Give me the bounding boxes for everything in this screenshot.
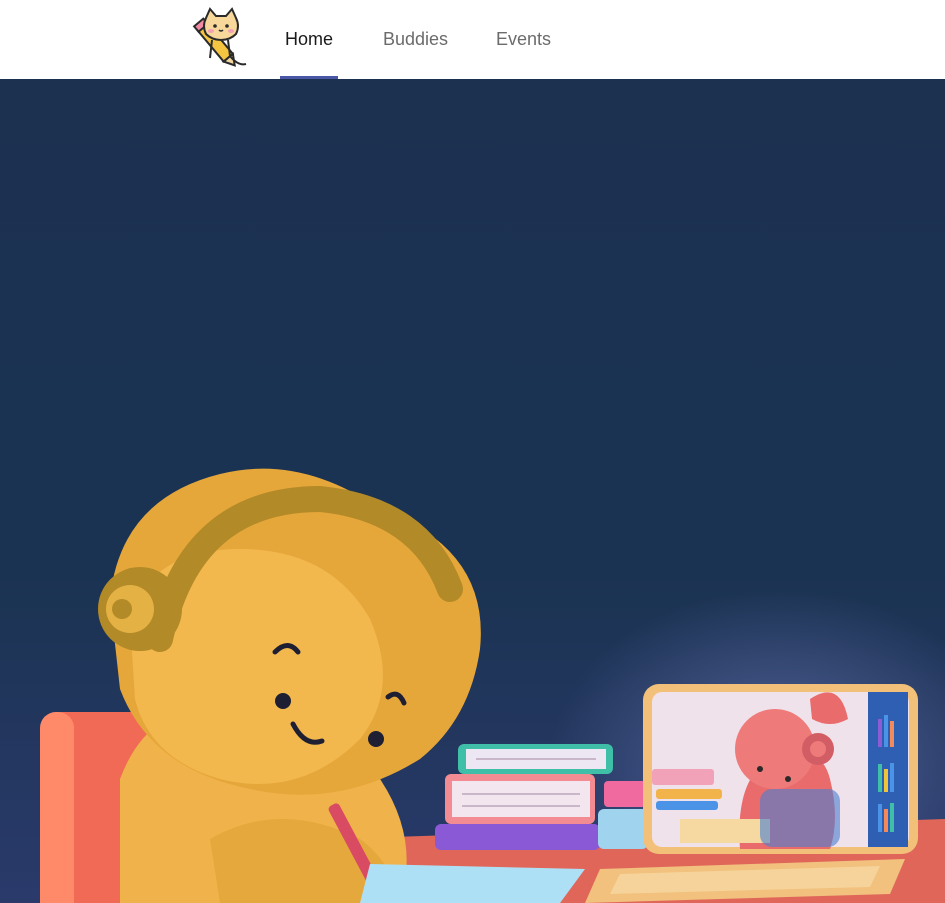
cat-pencil-logo-icon[interactable]	[186, 6, 252, 72]
hero-banner	[0, 79, 945, 903]
tab-home[interactable]: Home	[280, 0, 338, 79]
top-nav: Home Buddies Events	[0, 0, 945, 79]
tab-buddies-label: Buddies	[383, 29, 449, 49]
studying-child-illustration	[40, 468, 945, 903]
tab-home-label: Home	[284, 29, 333, 49]
tab-events[interactable]: Events	[496, 0, 551, 79]
tab-buddies[interactable]: Buddies	[383, 0, 448, 79]
tab-events-label: Events	[496, 29, 552, 49]
